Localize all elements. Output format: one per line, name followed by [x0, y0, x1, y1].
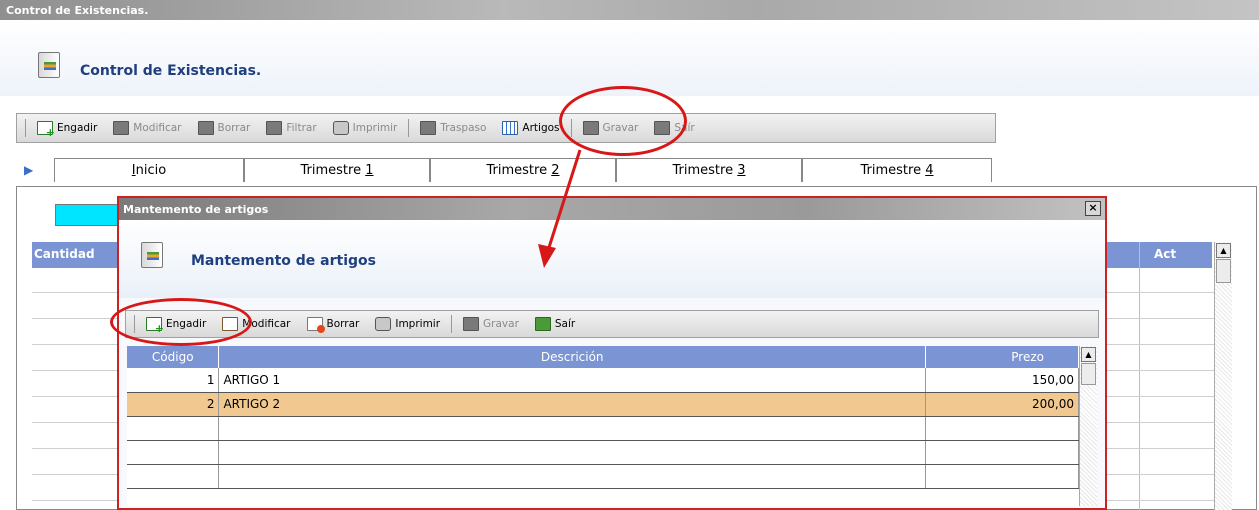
cyan-indicator	[55, 204, 119, 226]
dialog-gravar-button[interactable]: Gravar	[456, 313, 526, 335]
main-grid-divider	[1139, 242, 1140, 510]
grid-line	[1107, 396, 1214, 397]
dialog-titlebar: Mantemento de artigos	[119, 198, 1105, 220]
main-titlebar: Control de Existencias.	[0, 0, 1259, 20]
toolbar-separator	[408, 119, 410, 137]
artigos-dialog: Mantemento de artigos × Mantemento de ar…	[117, 196, 1107, 510]
tab-trimestre-3[interactable]: Trimestre 3	[616, 158, 802, 182]
scroll-thumb[interactable]	[1216, 259, 1231, 283]
dialog-header: Mantemento de artigos	[119, 220, 1105, 298]
table-row[interactable]	[127, 464, 1079, 489]
artigos-button[interactable]: Artigos	[495, 117, 566, 139]
column-header-codigo[interactable]: Código	[127, 346, 220, 368]
toolbar-separator	[451, 315, 453, 333]
grid-line	[32, 474, 117, 475]
table-row-selected[interactable]: 2 ARTIGO 2 200,00	[127, 392, 1079, 417]
delete-icon	[306, 317, 325, 333]
annotation-oval-engadir	[110, 298, 252, 346]
grid-line	[32, 292, 117, 293]
dialog-sair-button[interactable]: Saír	[528, 313, 582, 335]
column-header-prezo[interactable]: Prezo	[925, 346, 1079, 368]
filter-icon	[266, 121, 283, 135]
grid-line	[32, 344, 117, 345]
filtrar-button[interactable]: Filtrar	[259, 117, 323, 139]
grid-line	[1107, 474, 1214, 475]
modificar-button[interactable]: Modificar	[106, 117, 188, 139]
engadir-button[interactable]: Engadir	[30, 117, 104, 139]
cell-description: ARTIGO 2	[218, 392, 927, 417]
main-toolbar: Engadir Modificar Borrar Filtrar Imprimi…	[16, 113, 996, 143]
grid-line	[32, 448, 117, 449]
grid-line	[1107, 500, 1214, 501]
cell-description: ARTIGO 1	[218, 368, 927, 393]
tab-trimestre-4[interactable]: Trimestre 4	[802, 158, 992, 182]
tab-inicio[interactable]: Inicio	[54, 158, 244, 182]
table-row[interactable]	[127, 416, 1079, 441]
transfer-icon	[420, 121, 437, 135]
grid-line	[32, 318, 117, 319]
exit-icon	[534, 317, 551, 331]
scroll-thumb[interactable]	[1081, 363, 1096, 385]
page-title: Control de Existencias.	[80, 63, 262, 79]
add-doc-icon	[37, 121, 55, 139]
main-header: Control de Existencias.	[0, 20, 1259, 96]
annotation-arrow	[538, 149, 582, 268]
close-icon[interactable]: ×	[1085, 201, 1101, 216]
grid-line	[32, 370, 117, 371]
dialog-scrollbar[interactable]: ▲	[1079, 346, 1097, 506]
document-icon	[38, 52, 60, 78]
play-arrow-icon: ▶	[24, 163, 34, 177]
grid-icon	[502, 121, 519, 135]
grid-line	[32, 422, 117, 423]
tab-trimestre-1[interactable]: Trimestre 1	[244, 158, 430, 182]
modify-icon	[113, 121, 130, 135]
grid-line	[32, 500, 117, 501]
borrar-button[interactable]: Borrar	[191, 117, 258, 139]
imprimir-button[interactable]: Imprimir	[326, 117, 405, 139]
document-icon	[141, 242, 163, 268]
dialog-toolbar: Engadir Modificar Borrar Imprimir Gravar…	[125, 310, 1099, 338]
grid-line	[1107, 344, 1214, 345]
grid-line	[1107, 448, 1214, 449]
cell-price: 150,00	[925, 368, 1079, 393]
save-icon	[463, 317, 480, 331]
scroll-up-icon[interactable]: ▲	[1216, 243, 1231, 258]
column-header-descricion[interactable]: Descrición	[218, 346, 927, 368]
table-row[interactable]: 1 ARTIGO 1 150,00	[127, 368, 1079, 393]
artigos-grid: Código Descrición Prezo 1 ARTIGO 1 150,0…	[127, 346, 1079, 506]
grid-line	[1107, 422, 1214, 423]
main-scrollbar[interactable]: ▲	[1214, 242, 1232, 510]
cell-code: 2	[127, 392, 220, 417]
toolbar-separator	[25, 119, 26, 137]
grid-line	[1107, 318, 1214, 319]
printer-icon	[332, 121, 349, 135]
dialog-borrar-button[interactable]: Borrar	[300, 313, 367, 335]
dialog-imprimir-button[interactable]: Imprimir	[368, 313, 447, 335]
traspaso-button[interactable]: Traspaso	[413, 117, 493, 139]
delete-icon	[197, 121, 214, 135]
cell-price: 200,00	[925, 392, 1079, 417]
grid-line	[1107, 370, 1214, 371]
table-row[interactable]	[127, 440, 1079, 465]
dialog-header-title: Mantemento de artigos	[191, 253, 376, 269]
scroll-up-icon[interactable]: ▲	[1081, 347, 1096, 362]
grid-line	[1107, 292, 1214, 293]
grid-line	[32, 396, 117, 397]
cell-code: 1	[127, 368, 220, 393]
printer-icon	[375, 317, 392, 331]
